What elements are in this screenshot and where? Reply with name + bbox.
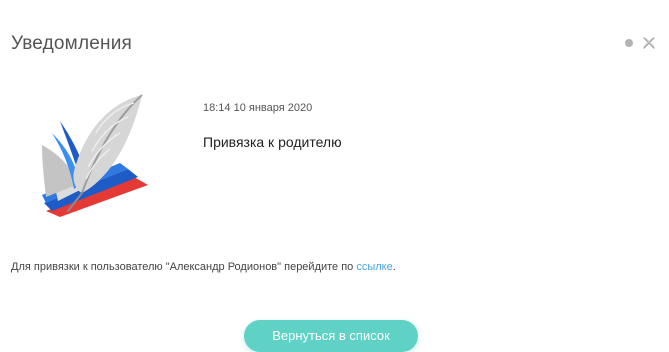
- notifications-panel: Уведомления 18:14 10 января 2020 Привязк…: [0, 0, 669, 352]
- page-title: Уведомления: [11, 33, 132, 54]
- status-dot-icon: [625, 39, 633, 47]
- notification-body: Для привязки к пользователю "Александр Р…: [11, 260, 396, 274]
- notification-body-text: Для привязки к пользователю "Александр Р…: [11, 261, 357, 273]
- notification-subject: Привязка к родителю: [203, 134, 342, 150]
- notification-date: 18:14 10 января 2020: [203, 102, 313, 114]
- notification-link[interactable]: ссылке: [356, 261, 392, 273]
- quill-book-logo: [42, 94, 148, 217]
- close-icon[interactable]: [640, 34, 658, 52]
- panel-header: Уведомления: [11, 31, 669, 57]
- notification-body-end: .: [392, 261, 396, 273]
- back-to-list-button[interactable]: Вернуться в список: [244, 320, 418, 352]
